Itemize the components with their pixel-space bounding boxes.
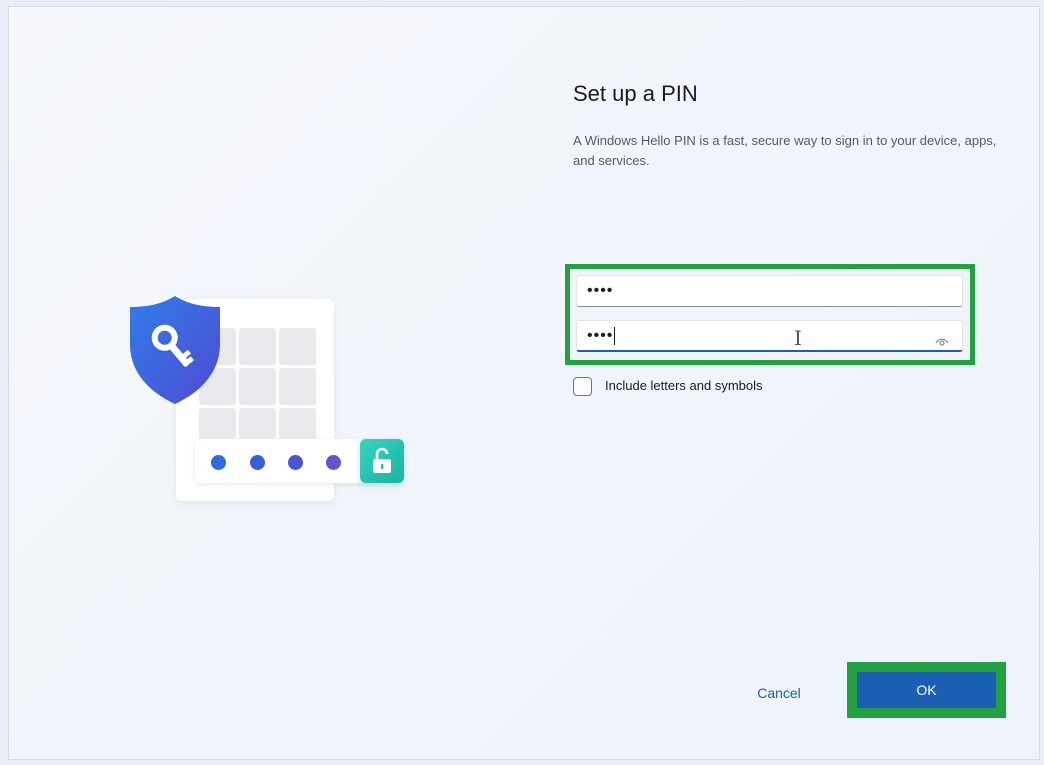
keypad-key — [239, 368, 276, 405]
new-pin-value: •••• — [587, 282, 614, 299]
text-caret — [614, 326, 616, 345]
include-letters-checkbox[interactable] — [573, 377, 592, 396]
page-title: Set up a PIN — [573, 81, 698, 106]
pin-dot — [326, 455, 341, 470]
pin-dots-illustration — [195, 439, 365, 483]
keypad-key — [279, 328, 316, 365]
eye-icon[interactable] — [935, 334, 949, 346]
page-description: A Windows Hello PIN is a fast, secure wa… — [573, 133, 997, 168]
pin-dot — [250, 455, 265, 470]
keypad-key — [239, 328, 276, 365]
shield-key-icon — [126, 294, 224, 406]
confirm-pin-field[interactable]: •••• — [576, 320, 963, 352]
pin-dot — [211, 455, 226, 470]
pin-dot — [288, 455, 303, 470]
confirm-pin-value: •••• — [587, 327, 614, 344]
keypad-key — [279, 368, 316, 405]
unlock-icon — [360, 439, 404, 483]
include-letters-label: Include letters and symbols — [605, 378, 763, 393]
cancel-button[interactable]: Cancel — [725, 673, 833, 713]
ok-button[interactable]: OK — [857, 672, 996, 708]
setup-pin-window: Set up a PIN A Windows Hello PIN is a fa… — [8, 6, 1040, 760]
ibeam-cursor-icon: I — [794, 326, 802, 350]
new-pin-field[interactable]: •••• — [576, 275, 963, 307]
